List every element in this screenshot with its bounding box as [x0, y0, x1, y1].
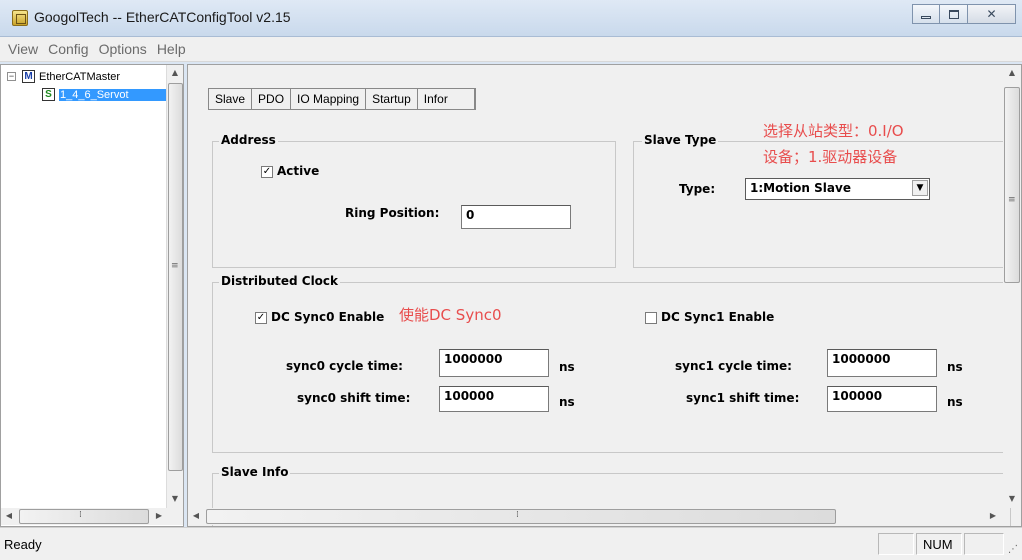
- slave-type-select[interactable]: 1:Motion Slave ▼: [745, 178, 930, 200]
- grip-icon: ⁞: [516, 510, 519, 520]
- master-node-icon: M: [22, 70, 35, 83]
- sync1-shift-unit: ns: [947, 395, 963, 409]
- sync1-shift-input[interactable]: 100000: [827, 386, 937, 412]
- tab-slave[interactable]: Slave: [209, 89, 253, 109]
- tree-node-master[interactable]: − M EtherCATMaster: [7, 70, 120, 83]
- active-label: Active: [277, 164, 320, 178]
- tree-label-slave: 1_4_6_Servot: [59, 88, 167, 101]
- dc-sync0-annotation: 使能DC Sync0: [399, 306, 502, 324]
- grip-icon: ⁞: [79, 510, 82, 520]
- menu-bar: View Config Options Help: [0, 37, 1022, 62]
- menu-help[interactable]: Help: [153, 41, 190, 57]
- menu-config[interactable]: Config: [44, 41, 92, 57]
- sync0-shift-label: sync0 shift time:: [297, 391, 411, 405]
- menu-view[interactable]: View: [4, 41, 42, 57]
- tab-io-mapping[interactable]: IO Mapping: [291, 89, 367, 109]
- sync0-cycle-label: sync0 cycle time:: [286, 359, 403, 373]
- slave-info-title: Slave Info: [219, 465, 291, 479]
- slave-node-icon: S: [42, 88, 55, 101]
- main-vertical-scrollbar[interactable]: ▲ ≡ ▼: [1003, 65, 1021, 508]
- dc-sync1-checkbox-box[interactable]: [645, 311, 657, 324]
- scroll-left-icon[interactable]: ◀: [1, 508, 17, 524]
- tree-label-master: EtherCATMaster: [39, 70, 121, 83]
- scroll-down-icon[interactable]: ▼: [1004, 491, 1020, 507]
- dc-sync0-checkbox-box[interactable]: ✓: [255, 311, 267, 324]
- sync1-cycle-label: sync1 cycle time:: [675, 359, 792, 373]
- scroll-left-icon[interactable]: ◀: [188, 508, 204, 524]
- main-scroll-thumb[interactable]: [1004, 87, 1020, 283]
- scroll-down-icon[interactable]: ▼: [167, 491, 183, 507]
- tree-hscroll-thumb[interactable]: [19, 509, 149, 524]
- type-label: Type:: [679, 182, 716, 196]
- scroll-right-icon[interactable]: ▶: [151, 508, 167, 524]
- menu-options[interactable]: Options: [95, 41, 151, 57]
- dc-sync0-label: DC Sync0 Enable: [271, 310, 385, 324]
- main-hscroll-thumb[interactable]: [206, 509, 836, 524]
- status-panel-empty-2: [964, 533, 1004, 555]
- slave-type-annotation-1: 选择从站类型：0.I/O: [763, 122, 904, 140]
- main-horizontal-scrollbar[interactable]: ◀ ⁞ ▶: [188, 508, 1003, 525]
- maximize-button[interactable]: [940, 4, 968, 24]
- tab-startup[interactable]: Startup: [366, 89, 418, 109]
- dc-sync1-checkbox[interactable]: DC Sync1 Enable: [645, 310, 774, 324]
- minimize-button[interactable]: [912, 4, 940, 24]
- status-text: Ready: [4, 537, 42, 552]
- tree-vertical-scrollbar[interactable]: ▲ ≡ ▼: [166, 65, 183, 508]
- ring-position-label: Ring Position:: [345, 206, 440, 220]
- sync0-shift-input[interactable]: 100000: [439, 386, 549, 412]
- dropdown-arrow-icon[interactable]: ▼: [912, 180, 928, 196]
- grip-icon: ≡: [171, 261, 179, 271]
- status-num: NUM: [916, 533, 962, 555]
- slave-type-annotation-2: 设备；1.驱动器设备: [763, 148, 898, 166]
- ring-position-input[interactable]: 0: [461, 205, 571, 229]
- dc-sync1-label: DC Sync1 Enable: [661, 310, 775, 324]
- tree-node-slave[interactable]: S 1_4_6_Servot: [42, 88, 167, 101]
- sync1-cycle-unit: ns: [947, 360, 963, 374]
- sync1-cycle-input[interactable]: 1000000: [827, 349, 937, 377]
- sync0-shift-unit: ns: [559, 395, 575, 409]
- grip-icon: ≡: [1008, 195, 1016, 205]
- tree-scroll-thumb[interactable]: [168, 83, 183, 471]
- app-icon: [12, 10, 28, 26]
- address-title: Address: [219, 133, 278, 147]
- status-bar: Ready NUM ⋰: [0, 527, 1022, 560]
- close-icon: ✕: [986, 7, 997, 21]
- close-button[interactable]: ✕: [968, 4, 1016, 24]
- slave-type-value: 1:Motion Slave: [750, 181, 851, 195]
- sync0-cycle-unit: ns: [559, 360, 575, 374]
- resize-grip-icon[interactable]: ⋰: [1008, 544, 1018, 555]
- title-bar: GoogolTech -- EtherCATConfigTool v2.15 ✕: [0, 0, 1022, 37]
- dc-sync0-checkbox[interactable]: ✓ DC Sync0 Enable: [255, 310, 384, 324]
- device-tree: − M EtherCATMaster S 1_4_6_Servot ▲ ≡ ▼ …: [0, 64, 184, 527]
- active-checkbox[interactable]: ✓ Active: [261, 164, 319, 178]
- main-view: Slave PDO IO Mapping Startup Infor Addre…: [187, 64, 1022, 527]
- active-checkbox-box[interactable]: ✓: [261, 165, 273, 178]
- maximize-icon: [948, 9, 959, 19]
- scroll-right-icon[interactable]: ▶: [985, 508, 1001, 524]
- distributed-clock-title: Distributed Clock: [219, 274, 341, 288]
- scroll-up-icon[interactable]: ▲: [1004, 65, 1020, 81]
- window-title: GoogolTech -- EtherCATConfigTool v2.15: [34, 9, 291, 25]
- tab-infor[interactable]: Infor: [418, 89, 475, 109]
- tab-pdo[interactable]: PDO: [252, 89, 292, 109]
- minimize-icon: [921, 15, 931, 19]
- window-controls: ✕: [912, 4, 1016, 24]
- scroll-up-icon[interactable]: ▲: [167, 65, 183, 81]
- sync1-shift-label: sync1 shift time:: [686, 391, 800, 405]
- tab-bar: Slave PDO IO Mapping Startup Infor: [208, 88, 476, 110]
- status-panel-empty: [878, 533, 914, 555]
- slave-type-title: Slave Type: [642, 133, 719, 147]
- tree-horizontal-scrollbar[interactable]: ◀ ⁞ ▶: [1, 508, 183, 525]
- collapse-icon[interactable]: −: [7, 72, 16, 81]
- sync0-cycle-input[interactable]: 1000000: [439, 349, 549, 377]
